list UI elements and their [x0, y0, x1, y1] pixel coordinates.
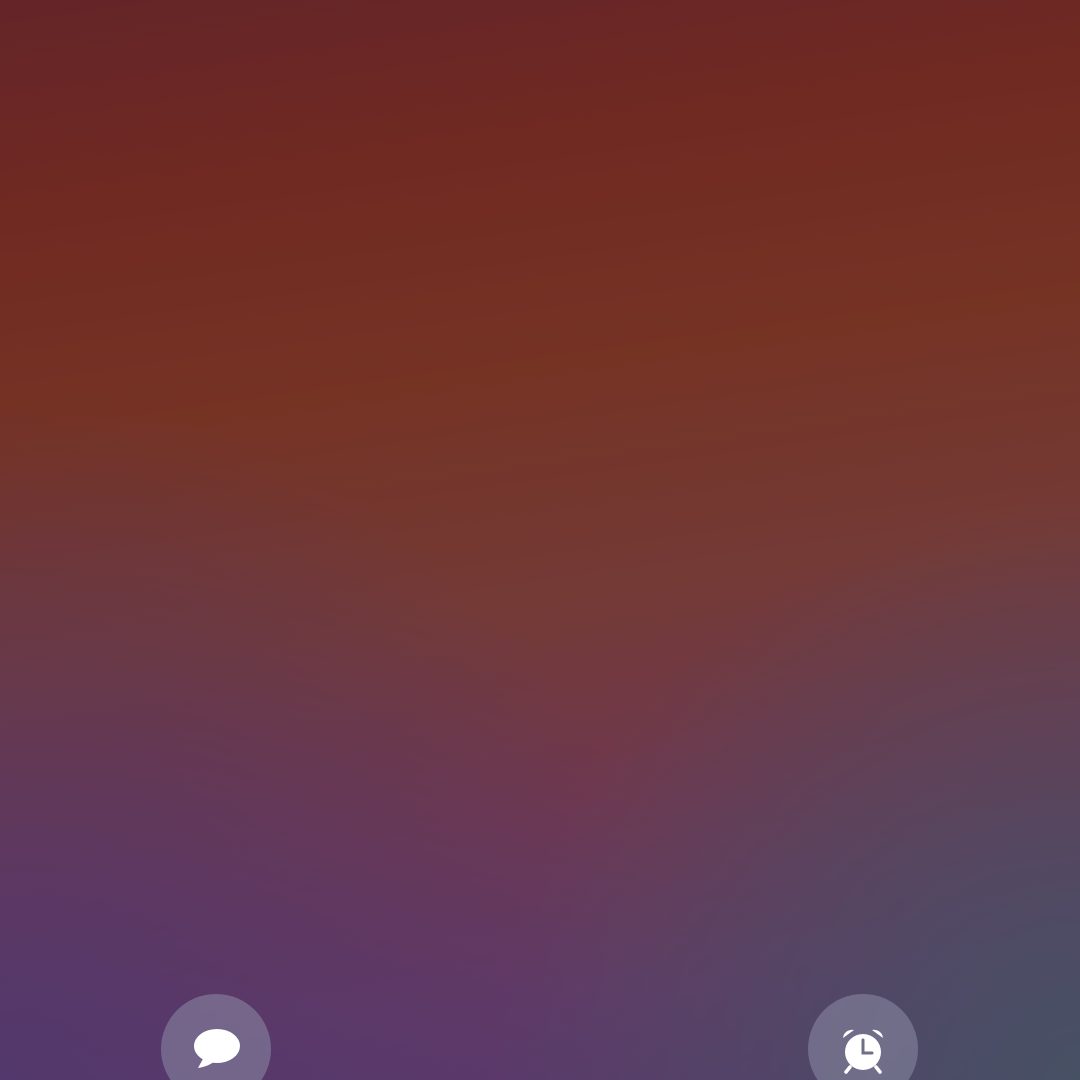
alarm-clock-icon	[843, 1029, 883, 1074]
messages-shortcut-button[interactable]	[161, 994, 271, 1080]
lock-screen	[0, 0, 1080, 1080]
speech-bubble-icon	[194, 1029, 240, 1068]
alarm-shortcut-button[interactable]	[808, 994, 918, 1080]
